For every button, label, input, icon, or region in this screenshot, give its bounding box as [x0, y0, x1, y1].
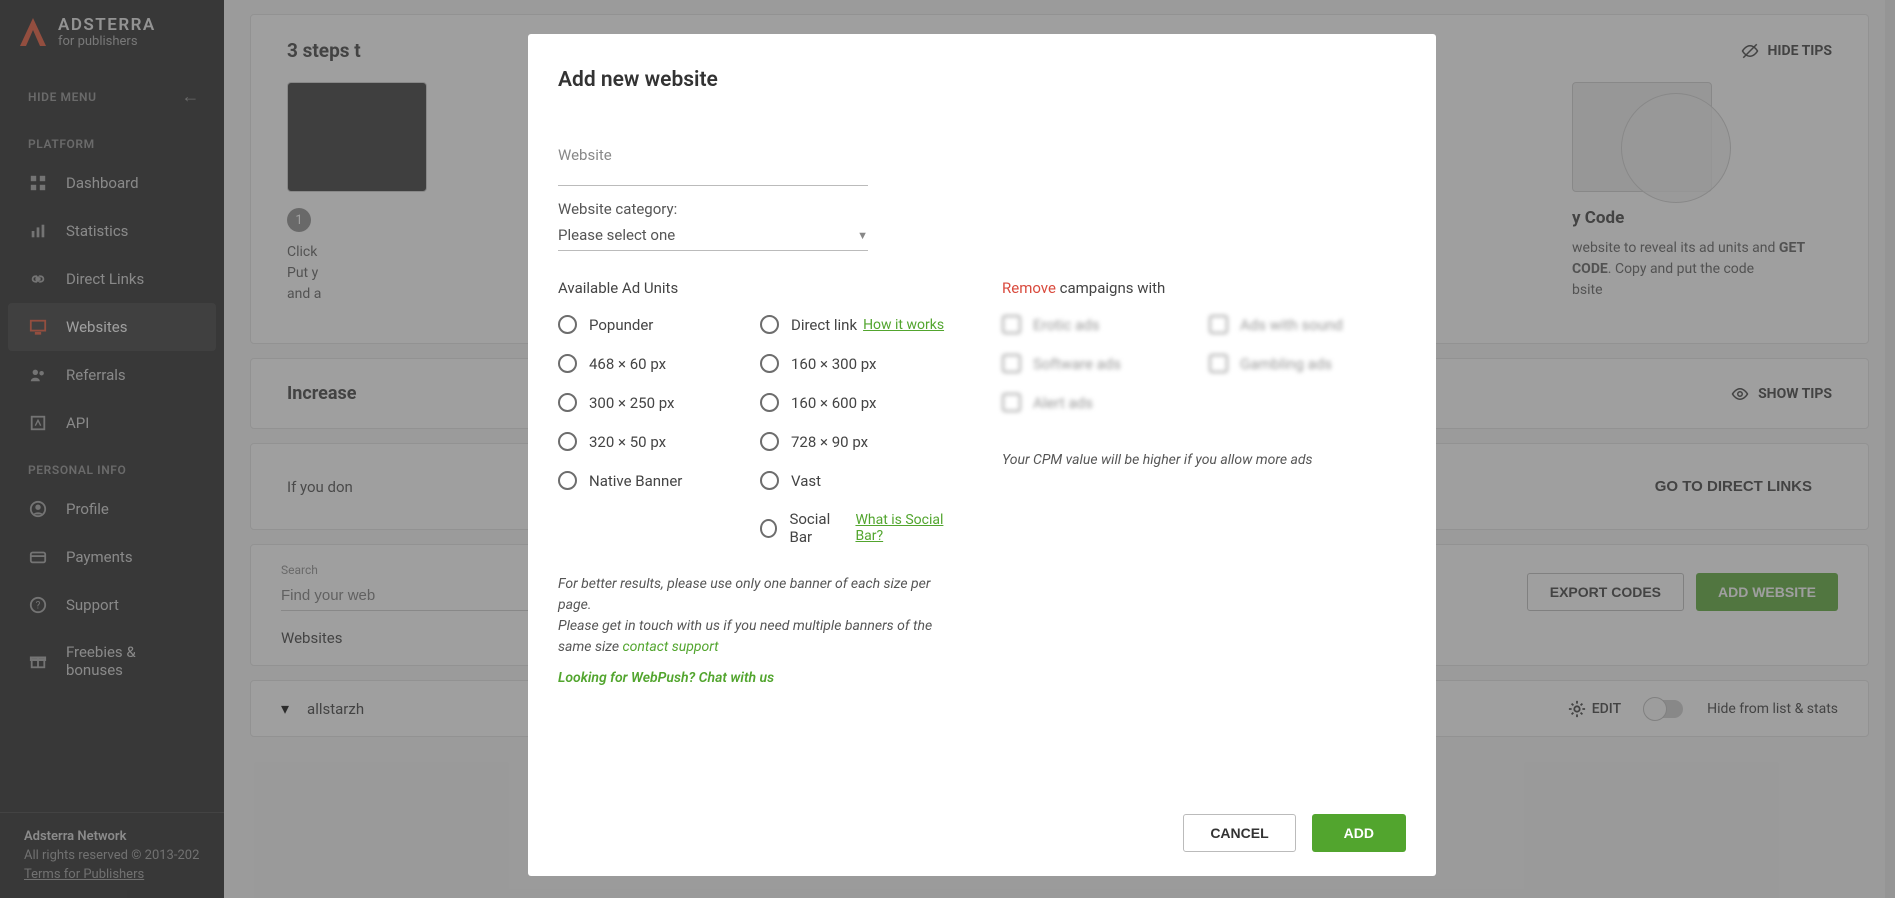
radio-icon	[558, 393, 577, 412]
radio-popunder[interactable]: Popunder	[558, 315, 760, 334]
radio-direct-link[interactable]: Direct link How it works	[760, 315, 962, 334]
checkbox-icon	[1002, 393, 1021, 412]
checkbox-icon	[1002, 354, 1021, 373]
radio-icon	[760, 519, 777, 538]
radio-icon	[558, 471, 577, 490]
radio-icon	[760, 432, 779, 451]
modal-title: Add new website	[558, 68, 1406, 92]
add-website-modal: Add new website Website Website category…	[528, 34, 1436, 876]
radio-vast[interactable]: Vast	[760, 471, 962, 490]
radio-728x90[interactable]: 728 × 90 px	[760, 432, 962, 451]
check-erotic-ads[interactable]: Erotic ads	[1002, 315, 1199, 334]
check-gambling-ads[interactable]: Gambling ads	[1209, 354, 1406, 373]
radio-icon	[760, 393, 779, 412]
how-it-works-link[interactable]: How it works	[863, 317, 944, 333]
radio-social-bar[interactable]: Social Bar What is Social Bar?	[760, 510, 962, 546]
radio-468x60[interactable]: 468 × 60 px	[558, 354, 760, 373]
radio-icon	[760, 354, 779, 373]
category-label: Website category:	[558, 200, 868, 218]
radio-native-banner[interactable]: Native Banner	[558, 471, 760, 490]
cancel-button[interactable]: CANCEL	[1183, 814, 1295, 852]
radio-icon	[558, 432, 577, 451]
add-button[interactable]: ADD	[1312, 814, 1406, 852]
radio-300x250[interactable]: 300 × 250 px	[558, 393, 760, 412]
webpush-link[interactable]: Looking for WebPush? Chat with us	[558, 670, 962, 686]
check-ads-with-sound[interactable]: Ads with sound	[1209, 315, 1406, 334]
radio-icon	[760, 315, 779, 334]
checkbox-icon	[1209, 354, 1228, 373]
ad-units-title: Available Ad Units	[558, 279, 962, 297]
chevron-down-icon: ▼	[857, 229, 868, 242]
category-value: Please select one	[558, 226, 675, 244]
remove-campaigns-column: Remove campaigns with Erotic ads Ads wit…	[1002, 279, 1406, 686]
check-alert-ads[interactable]: Alert ads	[1002, 393, 1199, 412]
radio-icon	[558, 315, 577, 334]
remove-campaigns-title: Remove campaigns with	[1002, 279, 1406, 297]
ad-units-column: Available Ad Units Popunder Direct link …	[558, 279, 962, 686]
cpm-note: Your CPM value will be higher if you all…	[1002, 452, 1406, 468]
social-bar-link[interactable]: What is Social Bar?	[855, 512, 962, 544]
website-field[interactable]: Website	[558, 146, 868, 186]
radio-160x600[interactable]: 160 × 600 px	[760, 393, 962, 412]
radio-320x50[interactable]: 320 × 50 px	[558, 432, 760, 451]
radio-icon	[558, 354, 577, 373]
check-software-ads[interactable]: Software ads	[1002, 354, 1199, 373]
banner-note: For better results, please use only one …	[558, 574, 962, 658]
radio-icon	[760, 471, 779, 490]
contact-support-link[interactable]: contact support	[623, 639, 719, 655]
radio-160x300[interactable]: 160 × 300 px	[760, 354, 962, 373]
category-select[interactable]: Please select one ▼	[558, 218, 868, 251]
category-field: Website category: Please select one ▼	[558, 200, 868, 251]
website-label: Website	[558, 146, 868, 164]
checkbox-icon	[1002, 315, 1021, 334]
checkbox-icon	[1209, 315, 1228, 334]
